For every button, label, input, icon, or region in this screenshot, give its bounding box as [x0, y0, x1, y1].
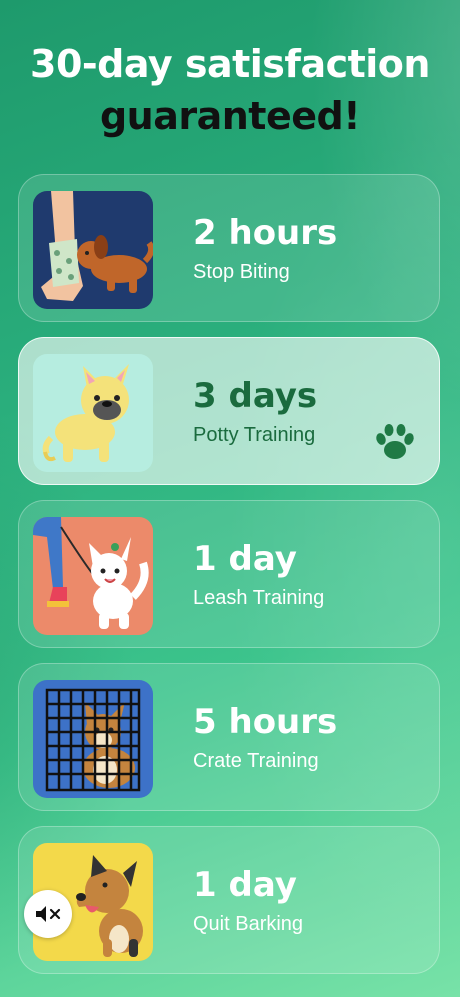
program-skill: Crate Training — [193, 750, 319, 772]
program-skill: Quit Barking — [193, 913, 304, 935]
headline-line-2: guaranteed! — [99, 94, 361, 138]
speaker-muted-icon[interactable] — [24, 890, 72, 938]
headline-line-1: 30-day satisfaction — [30, 42, 430, 86]
paw-icon — [373, 420, 417, 464]
potty-bulldog-illustration — [33, 354, 153, 472]
program-card-stop-biting[interactable]: 2 hours Stop Biting — [18, 174, 440, 322]
program-skill: Stop Biting — [193, 261, 290, 283]
program-card-potty-training[interactable]: 3 days Potty Training — [18, 337, 440, 485]
program-card-leash-training[interactable]: 1 day Leash Training — [18, 500, 440, 648]
leash-dog-illustration — [33, 517, 153, 635]
page-title: 30-day satisfaction guaranteed! — [0, 38, 460, 142]
crate-corgi-illustration — [33, 680, 153, 798]
program-duration: 3 days — [193, 376, 318, 416]
program-card-quit-barking[interactable]: 1 day Quit Barking — [18, 826, 440, 974]
program-card-crate-training[interactable]: 5 hours Crate Training — [18, 663, 440, 811]
program-duration: 2 hours — [193, 213, 338, 253]
program-skill: Potty Training — [193, 424, 316, 446]
program-duration: 5 hours — [193, 702, 338, 742]
program-duration: 1 day — [193, 539, 297, 579]
program-skill: Leash Training — [193, 587, 325, 609]
program-duration: 1 day — [193, 865, 297, 905]
biting-puppy-illustration — [33, 191, 153, 309]
